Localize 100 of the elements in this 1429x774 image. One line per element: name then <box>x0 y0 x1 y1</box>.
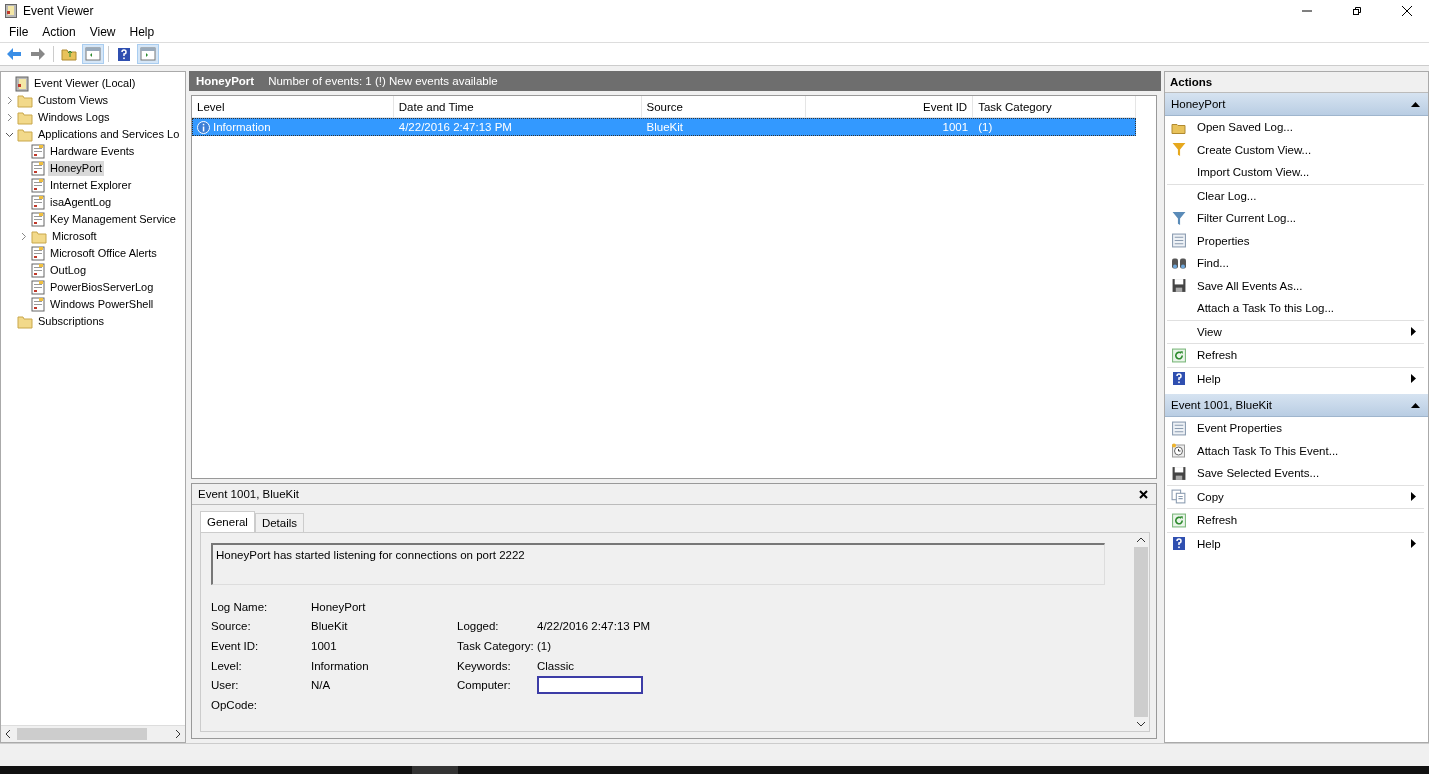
table-cell-text: (1) <box>977 121 994 133</box>
folder-icon <box>17 127 33 142</box>
command-item[interactable]: Copy <box>1167 485 1424 508</box>
submenu-arrow-icon <box>1411 539 1416 549</box>
app-icon <box>5 4 17 18</box>
console-tree-icon[interactable] <box>82 44 104 64</box>
tree-item[interactable]: Windows Logs <box>36 110 112 125</box>
log-icon <box>31 297 45 312</box>
field-value: 1001 <box>311 640 338 652</box>
command-item[interactable]: Help <box>1167 532 1424 555</box>
expand-chevron-icon[interactable] <box>5 96 14 105</box>
command-item[interactable]: Attach Task To This Event... <box>1167 439 1424 462</box>
tree-item[interactable]: Hardware Events <box>48 144 137 159</box>
command-item[interactable]: View <box>1167 320 1424 343</box>
close-icon[interactable] <box>1139 489 1148 499</box>
command-item[interactable]: Filter Current Log... <box>1167 207 1424 230</box>
event-message: HoneyPort has started listening for connections on port 2222 <box>216 549 525 561</box>
scroll-thumb[interactable] <box>1134 547 1148 717</box>
command-item[interactable]: Attach a Task To this Log... <box>1167 297 1424 320</box>
column-header[interactable]: Source <box>641 96 807 117</box>
tree-item[interactable]: Microsoft <box>50 229 99 244</box>
field-label: Task Category: <box>457 640 535 652</box>
tree-item[interactable]: isaAgentLog <box>48 195 114 210</box>
command-item[interactable]: Save All Events As... <box>1167 274 1424 297</box>
scroll-thumb[interactable] <box>17 728 147 740</box>
collapse-chevron-icon[interactable] <box>5 130 14 139</box>
log-icon <box>31 178 45 193</box>
field-value: BlueKit <box>311 620 349 633</box>
field-value: HoneyPort <box>311 600 367 613</box>
column-header[interactable]: Event ID <box>806 96 974 117</box>
tree-item[interactable]: Internet Explorer <box>48 178 134 193</box>
funnel-icon <box>1171 210 1187 226</box>
section-header[interactable]: Event 1001, BlueKit <box>1165 394 1428 417</box>
tree-item[interactable]: Windows PowerShell <box>48 297 156 312</box>
tree-item[interactable]: Microsoft Office Alerts <box>48 246 159 261</box>
horizontal-scrollbar[interactable] <box>1 725 185 742</box>
computer-field[interactable] <box>537 676 643 695</box>
funnel-icon <box>1171 142 1187 158</box>
table-cell-text: BlueKit <box>645 121 684 133</box>
expand-chevron-icon[interactable] <box>19 232 28 241</box>
scroll-right-icon[interactable] <box>175 730 181 738</box>
save-icon <box>1171 465 1187 481</box>
column-header[interactable]: Task Category <box>973 96 1136 117</box>
command-item[interactable]: Help <box>1167 367 1424 390</box>
menu-item[interactable]: Help <box>122 23 162 41</box>
menu-item[interactable]: Action <box>35 23 83 41</box>
tree-item[interactable]: PowerBiosServerLog <box>48 280 156 295</box>
command-item[interactable]: Find... <box>1167 252 1424 275</box>
folder-icon <box>17 93 33 108</box>
tree-item[interactable]: OutLog <box>48 263 89 278</box>
tab[interactable]: Details <box>254 513 305 532</box>
command-item[interactable]: Clear Log... <box>1167 184 1424 207</box>
tab[interactable]: General <box>200 511 255 532</box>
field-label: Event ID: <box>211 640 260 652</box>
tree-item[interactable]: Key Management Service <box>48 212 178 227</box>
scroll-down-icon[interactable] <box>1137 721 1145 727</box>
refresh-icon <box>1171 347 1187 363</box>
scroll-left-icon[interactable] <box>5 730 11 738</box>
properties-icon <box>1171 420 1187 436</box>
field-value: (1) <box>537 640 553 652</box>
column-header[interactable]: Level <box>192 96 394 117</box>
tree-item[interactable]: Custom Views <box>36 93 111 108</box>
command-item[interactable]: Refresh <box>1167 509 1424 532</box>
tree-item[interactable]: Applications and Services Lo <box>36 127 182 142</box>
tree-item[interactable]: Subscriptions <box>36 314 107 329</box>
window-title: Event Viewer <box>23 4 94 18</box>
log-icon <box>31 212 45 227</box>
section-title: HoneyPort <box>1171 98 1226 110</box>
command-item[interactable]: Save Selected Events... <box>1167 462 1424 485</box>
command-item[interactable]: Import Custom View... <box>1167 161 1424 184</box>
field-label: Source: <box>211 620 252 633</box>
expand-chevron-icon[interactable] <box>5 113 14 122</box>
info-icon <box>197 120 210 134</box>
actions-title: Actions <box>1165 72 1428 93</box>
collapse-arrow-icon[interactable] <box>1411 101 1420 107</box>
event-count: Number of events: 1 (!) New events available <box>268 75 498 87</box>
section-header[interactable]: HoneyPort <box>1165 93 1428 116</box>
field-value: Information <box>311 659 370 672</box>
log-icon <box>31 246 45 261</box>
command-item[interactable]: Event Properties <box>1167 417 1424 440</box>
help-icon <box>1171 371 1187 387</box>
tree-item[interactable]: Event Viewer (Local) <box>32 76 138 91</box>
collapse-arrow-icon[interactable] <box>1411 402 1420 408</box>
menu-item[interactable]: File <box>2 23 36 41</box>
copy-icon <box>1171 489 1187 505</box>
clock-icon <box>1171 443 1187 459</box>
command-item[interactable]: Properties <box>1167 229 1424 252</box>
log-icon <box>31 195 45 210</box>
section-title: Event 1001, BlueKit <box>1171 399 1272 411</box>
field-label: Logged: <box>457 620 500 633</box>
submenu-arrow-icon <box>1411 492 1416 502</box>
tree-item[interactable]: HoneyPort <box>48 161 104 176</box>
scroll-up-icon[interactable] <box>1137 537 1145 543</box>
command-item[interactable]: Refresh <box>1167 344 1424 367</box>
submenu-arrow-icon <box>1411 374 1416 384</box>
field-label: Level: <box>211 659 243 672</box>
command-item[interactable]: Open Saved Log... <box>1167 116 1424 139</box>
menu-item[interactable]: View <box>82 23 123 41</box>
column-header[interactable]: Date and Time <box>393 96 642 117</box>
command-item[interactable]: Create Custom View... <box>1167 138 1424 161</box>
